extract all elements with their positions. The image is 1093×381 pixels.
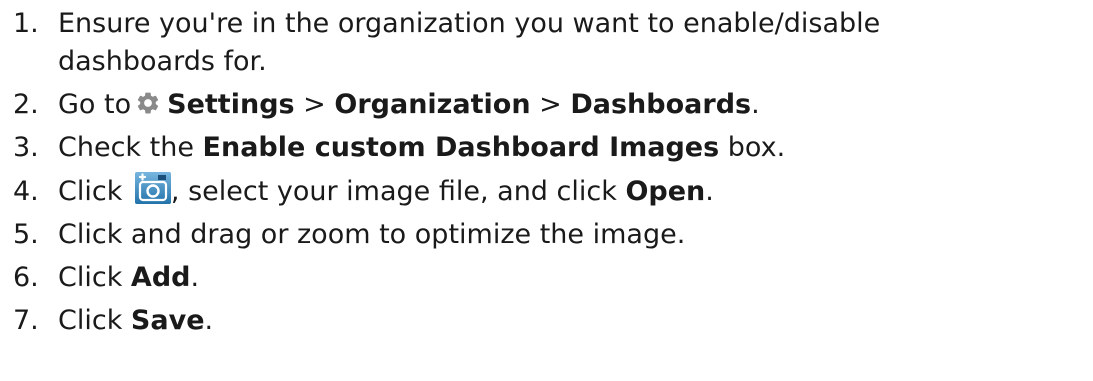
step-text: Click and drag or zoom to optimize the i… (58, 219, 686, 250)
step-text: Click Add. (58, 259, 1093, 297)
step-number: 2. (13, 89, 39, 120)
period: . (751, 89, 760, 120)
step-6: 6. Click Add. (0, 259, 1093, 297)
step-text-prefix: Check the (58, 132, 203, 163)
separator: > (530, 89, 571, 120)
open-label: Open (625, 176, 706, 207)
step-number: 4. (13, 176, 39, 207)
step-number: 1. (13, 8, 39, 39)
organization-label: Organization (334, 89, 531, 120)
step-1: 1. Ensure you're in the organization you… (0, 5, 1093, 81)
step-text: Ensure you're in the organization you wa… (58, 5, 1093, 81)
dashboards-label: Dashboards (570, 89, 752, 120)
step-text-line-1: Ensure you're in the organization you wa… (58, 8, 881, 39)
add-label: Add (130, 262, 191, 293)
step-text-line-2: dashboards for. (58, 46, 267, 77)
step-text-prefix: Click (58, 176, 131, 207)
step-text: Check the Enable custom Dashboard Images… (58, 129, 1093, 167)
step-text-prefix: Click (58, 262, 131, 293)
step-text-prefix: Click (58, 305, 131, 336)
step-text: Click , select your image file, and clic… (58, 172, 1093, 211)
step-number: 7. (13, 305, 39, 336)
step-2: 2. Go to Settings > Organization > Dashb… (0, 86, 1093, 124)
step-text-suffix: . (204, 305, 214, 336)
step-text-suffix: box. (719, 132, 786, 163)
step-number: 3. (13, 132, 39, 163)
step-4: 4. Click , select your image file, and c… (0, 172, 1093, 211)
settings-label: Settings (167, 89, 295, 120)
step-text-middle: , select your image file, and click (170, 176, 626, 207)
step-number: 5. (13, 219, 39, 250)
add-image-camera-icon (134, 172, 171, 204)
separator: > (294, 89, 335, 120)
save-label: Save (130, 305, 205, 336)
step-3: 3. Check the Enable custom Dashboard Ima… (0, 129, 1093, 167)
step-5: 5. Click and drag or zoom to optimize th… (0, 216, 1093, 254)
step-text: Click Save. (58, 302, 1093, 340)
enable-custom-dashboard-images-label: Enable custom Dashboard Images (202, 132, 720, 163)
step-text-prefix: Go to (58, 89, 132, 120)
instruction-steps: 1. Ensure you're in the organization you… (0, 0, 1093, 381)
step-text-suffix: . (190, 262, 200, 293)
step-number: 6. (13, 262, 39, 293)
gear-icon (137, 92, 159, 114)
step-7: 7. Click Save. (0, 302, 1093, 340)
step-text-suffix: . (705, 176, 714, 207)
step-text: Go to Settings > Organization > Dashboar… (58, 86, 1093, 124)
